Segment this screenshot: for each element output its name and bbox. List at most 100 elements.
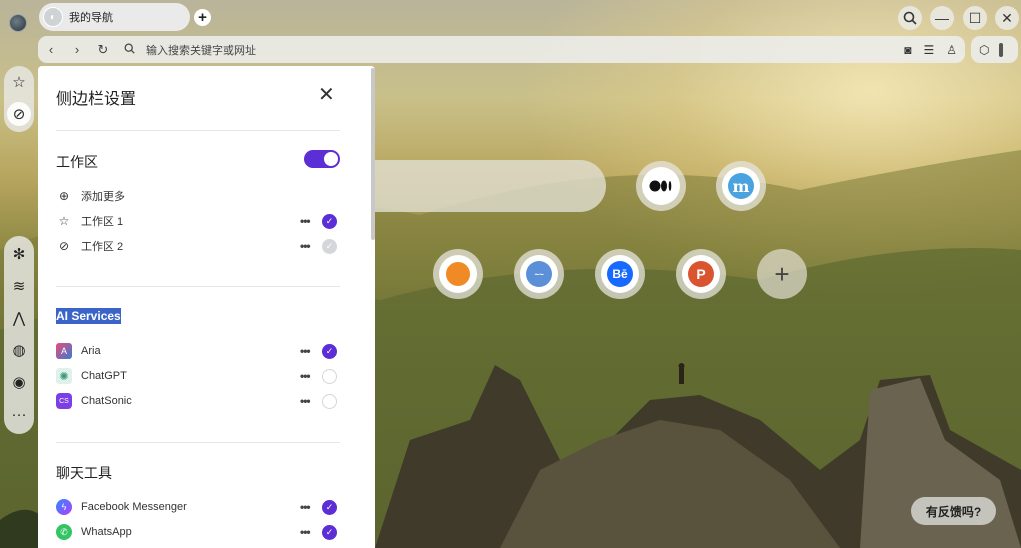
compass-icon: ⊘ <box>58 239 70 253</box>
behance-icon: Bē <box>601 255 639 293</box>
address-bar[interactable]: ‹ › ↻ 输入搜索关键字或网址 ◙ ☰ ♙ <box>38 36 965 63</box>
sliders-icon[interactable]: ☰ <box>923 43 934 57</box>
search-button[interactable] <box>898 6 922 30</box>
more-options-icon[interactable]: ••• <box>300 394 311 408</box>
aria-logo-icon[interactable]: ⋀ <box>9 308 29 328</box>
minimize-button[interactable]: — <box>930 6 954 30</box>
sidebar-dock-apps: ✻ ≋ ⋀ ◍ ◉ ··· <box>4 236 34 434</box>
messenger-icon[interactable]: ◍ <box>9 340 29 360</box>
tab-my-navigation[interactable]: ◐ 我的导航 <box>39 3 190 31</box>
quicklink-medium[interactable] <box>636 161 686 211</box>
producthunt-icon: P <box>682 255 720 293</box>
section-title-chat-tools: 聊天工具 <box>56 465 112 481</box>
whatsapp-icon: ✆ <box>56 524 72 540</box>
item-checkbox[interactable] <box>322 368 337 384</box>
camera-icon[interactable]: ◙ <box>904 43 911 57</box>
list-item: CS ChatSonic ••• <box>56 391 342 411</box>
forward-icon[interactable]: › <box>64 42 90 57</box>
chatsonic-icon: CS <box>56 393 72 409</box>
close-window-button[interactable]: ✕ <box>995 6 1019 30</box>
medium-icon <box>642 167 680 205</box>
more-options-icon[interactable]: ••• <box>300 214 311 228</box>
star-icon[interactable]: ☆ <box>9 72 29 92</box>
quicklink-behance[interactable]: Bē <box>595 249 645 299</box>
item-checkbox[interactable] <box>322 393 337 409</box>
item-label: 工作区 2 <box>81 241 124 253</box>
search-icon <box>903 11 917 25</box>
tab-title: 我的导航 <box>69 12 113 24</box>
messenger-icon: ϟ <box>56 499 72 515</box>
user-icon[interactable]: ♙ <box>946 43 957 57</box>
list-item: ✆ WhatsApp ••• ✓ <box>56 522 342 542</box>
new-tab-button[interactable]: + <box>194 9 211 26</box>
aria-icon: A <box>56 343 72 359</box>
more-options-icon[interactable]: ••• <box>300 344 311 358</box>
list-item: ✺ ChatGPT ••• <box>56 366 342 386</box>
address-input[interactable]: 输入搜索关键字或网址 <box>146 42 256 58</box>
divider <box>56 442 340 443</box>
divider <box>56 130 340 131</box>
more-icon[interactable]: ··· <box>9 404 29 424</box>
item-checkbox[interactable]: ✓ <box>322 343 337 359</box>
workspace-toggle[interactable] <box>304 150 340 168</box>
plus-icon: + <box>198 9 207 26</box>
section-title-workspace: 工作区 <box>56 154 98 170</box>
chatgpt-icon: ✺ <box>56 368 72 384</box>
plus-icon: + <box>774 258 790 289</box>
sidebar-settings-panel: 侧边栏设置 ✕ 工作区 ⊕ 添加更多 ☆ 工作区 1 ••• ✓ ⊘ 工作区 2… <box>38 66 375 548</box>
maximize-button[interactable]: ☐ <box>963 6 987 30</box>
more-options-icon[interactable]: ••• <box>300 239 311 253</box>
add-circle-icon: ⊕ <box>58 189 70 203</box>
panel-close-button[interactable]: ✕ <box>318 82 335 107</box>
list-item: ☆ 工作区 1 ••• ✓ <box>56 211 342 231</box>
compass-icon[interactable]: ⊘ <box>7 102 31 126</box>
aria-sparkle-icon[interactable]: ✻ <box>9 244 29 264</box>
stack-icon[interactable]: ≋ <box>9 276 29 296</box>
sidebar-dock-workspaces: ☆ ⊘ <box>4 66 34 132</box>
browser-logo-icon[interactable] <box>9 14 27 32</box>
item-checkbox[interactable]: ✓ <box>322 213 337 229</box>
item-label: ChatGPT <box>81 370 127 382</box>
item-label: Aria <box>81 345 101 357</box>
item-label: 工作区 1 <box>81 216 124 228</box>
search-icon <box>116 42 142 57</box>
item-label: WhatsApp <box>81 526 132 538</box>
list-item: ⊘ 工作区 2 ••• ✓ <box>56 236 342 256</box>
more-options-icon[interactable]: ••• <box>300 500 311 514</box>
item-label: ChatSonic <box>81 395 132 407</box>
more-options-icon[interactable]: ••• <box>300 525 311 539</box>
extension-divider <box>999 42 1004 57</box>
item-checkbox[interactable]: ✓ <box>322 238 337 254</box>
quicklink-m[interactable]: m <box>716 161 766 211</box>
script-logo-icon: ~~ <box>520 255 558 293</box>
whatsapp-icon[interactable]: ◉ <box>9 372 29 392</box>
more-options-icon[interactable]: ••• <box>300 369 311 383</box>
maximize-icon: ☐ <box>968 9 982 26</box>
feedback-button[interactable]: 有反馈吗? <box>911 497 996 525</box>
item-label: Facebook Messenger <box>81 501 187 513</box>
star-icon: ☆ <box>58 214 70 228</box>
quicklink-producthunt[interactable]: P <box>676 249 726 299</box>
item-checkbox[interactable]: ✓ <box>322 499 337 515</box>
add-more-row[interactable]: ⊕ 添加更多 <box>56 186 342 206</box>
add-more-label: 添加更多 <box>81 191 125 203</box>
panel-scrollbar[interactable] <box>371 68 375 240</box>
item-checkbox[interactable]: ✓ <box>322 524 337 540</box>
globe-icon: ◐ <box>43 7 63 27</box>
divider <box>56 286 340 287</box>
panel-title: 侧边栏设置 <box>56 91 137 108</box>
tab-bar: ◐ 我的导航 + — ☐ ✕ <box>0 0 1021 34</box>
list-item: A Aria ••• ✓ <box>56 341 342 361</box>
close-icon: ✕ <box>318 84 335 106</box>
reload-icon[interactable]: ↻ <box>90 42 116 58</box>
page-search-input[interactable] <box>375 160 606 212</box>
cube-icon[interactable]: ⬡ <box>979 43 989 57</box>
quicklink-orange[interactable] <box>433 249 483 299</box>
add-quicklink-button[interactable]: + <box>757 249 807 299</box>
close-icon: ✕ <box>1001 9 1013 26</box>
back-icon[interactable]: ‹ <box>38 42 64 57</box>
m-logo-icon: m <box>722 167 760 205</box>
quicklink-script[interactable]: ~~ <box>514 249 564 299</box>
address-bar-actions: ◙ ☰ ♙ <box>904 36 957 63</box>
extensions-area: ⬡ <box>971 36 1018 63</box>
